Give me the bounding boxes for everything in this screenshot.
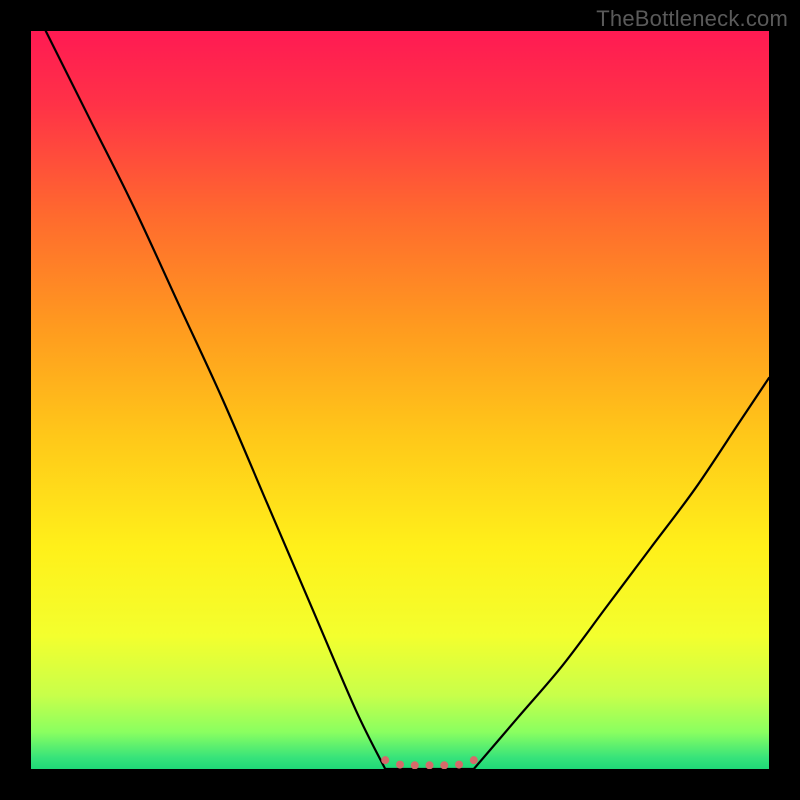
watermark-text: TheBottleneck.com: [596, 6, 788, 32]
bottom-marker: [411, 761, 419, 769]
gradient-background: [31, 31, 769, 769]
bottom-marker: [470, 756, 478, 764]
bottleneck-chart: [31, 31, 769, 769]
chart-frame: TheBottleneck.com: [0, 0, 800, 800]
bottom-marker: [455, 761, 463, 769]
bottom-marker: [381, 756, 389, 764]
bottom-marker: [426, 761, 434, 769]
bottom-marker: [440, 761, 448, 769]
bottom-marker: [396, 761, 404, 769]
